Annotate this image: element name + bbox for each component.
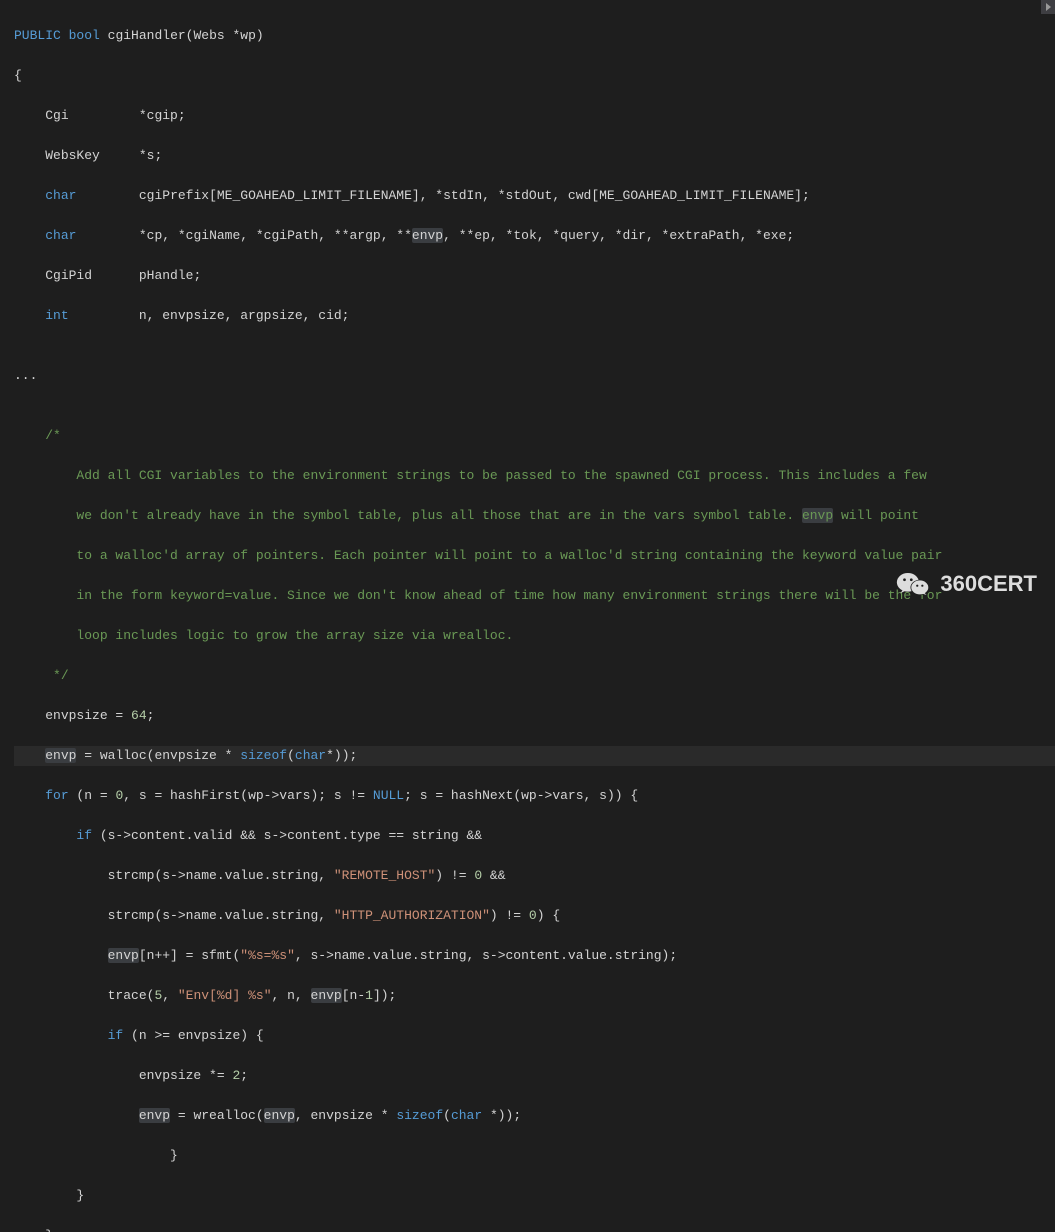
code-line: in the form keyword=value. Since we don'… xyxy=(14,586,1055,606)
code-line: char cgiPrefix[ME_GOAHEAD_LIMIT_FILENAME… xyxy=(14,186,1055,206)
code-line: CgiPid pHandle; xyxy=(14,266,1055,286)
code-line: { xyxy=(14,66,1055,86)
code-line: strcmp(s->name.value.string, "REMOTE_HOS… xyxy=(14,866,1055,886)
code-line: if (n >= envpsize) { xyxy=(14,1026,1055,1046)
code-line: char *cp, *cgiName, *cgiPath, **argp, **… xyxy=(14,226,1055,246)
code-line: loop includes logic to grow the array si… xyxy=(14,626,1055,646)
code-line: envp = walloc(envpsize * sizeof(char*)); xyxy=(14,746,1055,766)
code-line: envpsize = 64; xyxy=(14,706,1055,726)
code-line: WebsKey *s; xyxy=(14,146,1055,166)
scroll-right-button[interactable] xyxy=(1041,0,1055,14)
code-line: envp = wrealloc(envp, envpsize * sizeof(… xyxy=(14,1106,1055,1126)
code-line: envp[n++] = sfmt("%s=%s", s->name.value.… xyxy=(14,946,1055,966)
code-editor[interactable]: PUBLIC bool cgiHandler(Webs *wp) { Cgi *… xyxy=(0,0,1055,616)
code-line: Cgi *cgip; xyxy=(14,106,1055,126)
code-line: Add all CGI variables to the environment… xyxy=(14,466,1055,486)
code-line: PUBLIC bool cgiHandler(Webs *wp) xyxy=(14,26,1055,46)
code-line: } xyxy=(14,1226,1055,1232)
code-line: } xyxy=(14,1146,1055,1166)
code-line: } xyxy=(14,1186,1055,1206)
code-line: if (s->content.valid && s->content.type … xyxy=(14,826,1055,846)
code-line: int n, envpsize, argpsize, cid; xyxy=(14,306,1055,326)
code-line: for (n = 0, s = hashFirst(wp->vars); s !… xyxy=(14,786,1055,806)
code-line: strcmp(s->name.value.string, "HTTP_AUTHO… xyxy=(14,906,1055,926)
code-line: trace(5, "Env[%d] %s", n, envp[n-1]); xyxy=(14,986,1055,1006)
code-line: we don't already have in the symbol tabl… xyxy=(14,506,1055,526)
code-line: ... xyxy=(14,366,1055,386)
chevron-right-icon xyxy=(1046,3,1051,11)
code-line: /* xyxy=(14,426,1055,446)
code-line: to a walloc'd array of pointers. Each po… xyxy=(14,546,1055,566)
code-line: */ xyxy=(14,666,1055,686)
code-line: envpsize *= 2; xyxy=(14,1066,1055,1086)
